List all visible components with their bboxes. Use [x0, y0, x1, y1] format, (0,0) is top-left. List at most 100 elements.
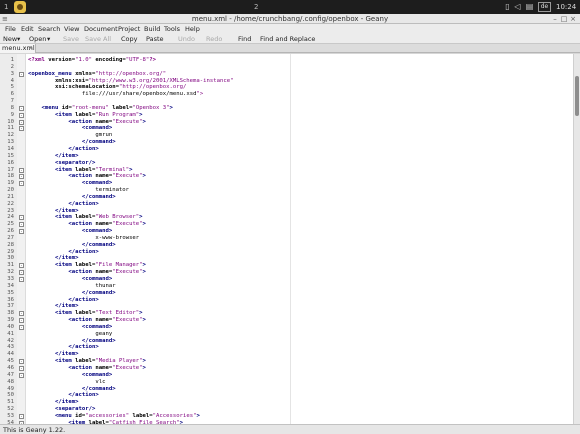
- code-line[interactable]: 29 </action>: [0, 249, 572, 256]
- fold-toggle-icon[interactable]: -: [19, 311, 24, 317]
- code-line[interactable]: 22 </action>: [0, 201, 572, 208]
- vertical-scrollbar[interactable]: [573, 54, 580, 424]
- code-line[interactable]: 24- <item label="Web Browser">: [0, 214, 572, 221]
- code-line[interactable]: 49 </command>: [0, 386, 572, 393]
- fold-toggle-icon[interactable]: -: [19, 174, 24, 180]
- fold-toggle-icon[interactable]: -: [19, 112, 24, 118]
- workspace-2-label[interactable]: 2: [254, 0, 258, 14]
- code-line[interactable]: 3- <openbox_menu xmlns="http://openbox.or…: [0, 71, 572, 78]
- tab-close-icon[interactable]: ✕: [28, 44, 33, 53]
- menu-help[interactable]: Help: [185, 24, 200, 34]
- fold-toggle-icon[interactable]: -: [19, 359, 24, 365]
- code-line[interactable]: 33- <command>: [0, 276, 572, 283]
- volume-icon[interactable]: ◁: [513, 0, 522, 14]
- code-line[interactable]: 51 </item>: [0, 399, 572, 406]
- fold-toggle-icon[interactable]: -: [19, 270, 24, 276]
- menu-document[interactable]: Document: [84, 24, 118, 34]
- fold-toggle-icon[interactable]: -: [19, 181, 24, 187]
- code-line[interactable]: 25- <action name="Execute">: [0, 221, 572, 228]
- fold-toggle-icon[interactable]: -: [19, 105, 24, 111]
- code-line[interactable]: 2: [0, 64, 572, 71]
- fold-toggle-icon[interactable]: -: [19, 365, 24, 371]
- code-line[interactable]: 36 </action>: [0, 297, 572, 304]
- app-launcher-icon[interactable]: [14, 1, 26, 13]
- open-button[interactable]: Open: [29, 34, 46, 44]
- code-line[interactable]: 7: [0, 98, 572, 105]
- code-line[interactable]: 39- <action name="Execute">: [0, 317, 572, 324]
- new-button[interactable]: New: [3, 34, 17, 44]
- save-button[interactable]: Save: [63, 34, 79, 44]
- code-line[interactable]: 35 </command>: [0, 290, 572, 297]
- code-line[interactable]: 32- <action name="Execute">: [0, 269, 572, 276]
- code-line[interactable]: 50 </action>: [0, 392, 572, 399]
- maximize-icon[interactable]: □: [560, 14, 568, 24]
- menu-project[interactable]: Project: [118, 24, 140, 34]
- fold-toggle-icon[interactable]: -: [19, 215, 24, 221]
- code-line[interactable]: 53- <menu id="accessories" label="Access…: [0, 413, 572, 420]
- menu-build[interactable]: Build: [144, 24, 160, 34]
- fold-toggle-icon[interactable]: -: [19, 324, 24, 330]
- keyboard-layout-indicator[interactable]: de: [538, 2, 551, 12]
- code-line[interactable]: 47- <command>: [0, 372, 572, 379]
- code-line[interactable]: 20 terminator: [0, 187, 572, 194]
- clipboard-icon[interactable]: ▯: [503, 0, 512, 14]
- find-and-replace-button[interactable]: Find and Replace: [260, 34, 315, 44]
- code-line[interactable]: 21 </command>: [0, 194, 572, 201]
- code-line[interactable]: 18- <action name="Execute">: [0, 173, 572, 180]
- fold-toggle-icon[interactable]: -: [19, 126, 24, 132]
- code-line[interactable]: 46- <action name="Execute">: [0, 365, 572, 372]
- code-line[interactable]: 12 gmrun: [0, 132, 572, 139]
- code-line[interactable]: 28 </command>: [0, 242, 572, 249]
- code-editor[interactable]: 1 <?xml version="1.0" encoding="UTF-8"?> 2…: [0, 54, 580, 424]
- code-line[interactable]: 37 </item>: [0, 303, 572, 310]
- network-icon[interactable]: ▤: [524, 0, 535, 14]
- window-titlebar[interactable]: ≡ menu.xml - /home/crunchbang/.config/op…: [0, 14, 580, 24]
- paste-button[interactable]: Paste: [146, 34, 164, 44]
- code-line[interactable]: 9- <item label="Run Program">: [0, 112, 572, 119]
- code-line[interactable]: 6 file:///usr/share/openbox/menu.xsd">: [0, 91, 572, 98]
- fold-toggle-icon[interactable]: -: [19, 277, 24, 282]
- fold-toggle-icon[interactable]: -: [19, 71, 24, 77]
- code-line[interactable]: 34 thunar: [0, 283, 572, 290]
- code-line[interactable]: 5 xsi:schemaLocation="http://openbox.org…: [0, 84, 572, 91]
- code-line[interactable]: 10- <action name="Execute">: [0, 119, 572, 126]
- code-line[interactable]: 13 </command>: [0, 139, 572, 146]
- code-line[interactable]: 38- <item label="Text Editor">: [0, 310, 572, 317]
- code-line[interactable]: 48 vlc: [0, 379, 572, 386]
- close-icon[interactable]: ×: [569, 14, 577, 24]
- code-line[interactable]: 30 </item>: [0, 255, 572, 262]
- code-line[interactable]: 16 <separator/>: [0, 160, 572, 167]
- code-line[interactable]: 45- <item label="Media Player">: [0, 358, 572, 365]
- redo-button[interactable]: Redo: [206, 34, 222, 44]
- code-line[interactable]: 41 geany: [0, 331, 572, 338]
- code-line[interactable]: 52 <separator/>: [0, 406, 572, 413]
- minimize-icon[interactable]: –: [551, 14, 559, 24]
- tab-menu-xml[interactable]: menu.xml ✕: [0, 44, 36, 53]
- fold-toggle-icon[interactable]: -: [19, 119, 24, 125]
- undo-button[interactable]: Undo: [178, 34, 195, 44]
- fold-toggle-icon[interactable]: -: [19, 413, 24, 419]
- code-line[interactable]: 31- <item label="File Manager">: [0, 262, 572, 269]
- code-line[interactable]: 43 </action>: [0, 344, 572, 351]
- fold-toggle-icon[interactable]: -: [19, 167, 24, 173]
- menu-tools[interactable]: Tools: [164, 24, 180, 34]
- menu-edit[interactable]: Edit: [21, 24, 34, 34]
- code-line[interactable]: 14 </action>: [0, 146, 572, 153]
- find-button[interactable]: Find: [238, 34, 251, 44]
- new-dropdown-icon[interactable]: ▾: [17, 34, 20, 44]
- code-line[interactable]: 8- <menu id="root-menu" label="Openbox 3…: [0, 105, 572, 112]
- code-line[interactable]: 27 x-www-browser: [0, 235, 572, 242]
- scrollbar-thumb[interactable]: [575, 76, 579, 116]
- menu-view[interactable]: View: [64, 24, 79, 34]
- fold-toggle-icon[interactable]: -: [19, 229, 24, 235]
- code-line[interactable]: 19- <command>: [0, 180, 572, 187]
- code-line[interactable]: 4 xmlns:xsi="http://www.w3.org/2001/XMLS…: [0, 78, 572, 85]
- save-all-button[interactable]: Save All: [85, 34, 111, 44]
- fold-toggle-icon[interactable]: -: [19, 318, 24, 324]
- fold-toggle-icon[interactable]: -: [19, 222, 24, 228]
- code-line[interactable]: 42 </command>: [0, 338, 572, 345]
- menu-search[interactable]: Search: [38, 24, 60, 34]
- fold-toggle-icon[interactable]: -: [19, 372, 24, 378]
- code-line[interactable]: 23 </item>: [0, 208, 572, 215]
- open-dropdown-icon[interactable]: ▾: [47, 34, 50, 44]
